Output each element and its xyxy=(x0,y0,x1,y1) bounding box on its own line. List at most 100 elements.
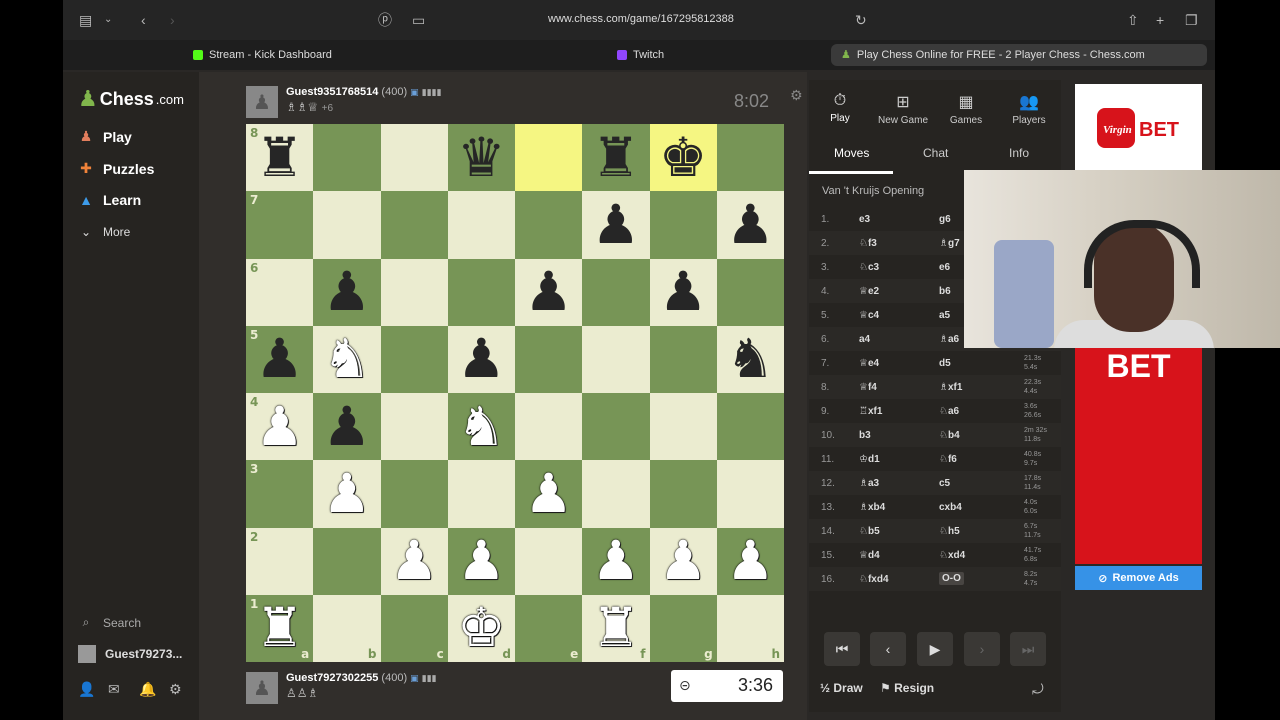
white-move[interactable]: ♘b5 xyxy=(859,526,880,537)
black-pawn-piece[interactable]: ♟ xyxy=(726,197,774,252)
square-f7[interactable]: ♟ xyxy=(582,191,650,259)
white-pawn-piece[interactable]: ♟ xyxy=(255,399,303,454)
tab-games[interactable]: ▦ Games xyxy=(935,92,997,126)
black-queen-piece[interactable]: ♛ xyxy=(457,130,505,185)
white-move[interactable]: ♘f3 xyxy=(859,238,877,249)
tab-players[interactable]: 👥 Players xyxy=(998,92,1060,126)
square-a8[interactable]: 8 ♜ xyxy=(246,124,314,192)
white-move[interactable]: ♗a3 xyxy=(859,478,879,489)
flip-board-icon[interactable]: ⤾ xyxy=(1032,680,1044,698)
square-g2[interactable]: ♟ xyxy=(649,527,717,595)
white-move[interactable]: ♔d1 xyxy=(859,454,880,465)
opponent-name[interactable]: Guest9351768514 xyxy=(286,86,378,98)
white-move[interactable]: ♕e4 xyxy=(859,358,879,369)
reader-icon[interactable]: ▭ xyxy=(412,11,425,29)
black-pawn-piece[interactable]: ♟ xyxy=(323,399,371,454)
sidebar-user[interactable]: Guest79273... xyxy=(78,645,182,663)
square-h2[interactable]: ♟ xyxy=(716,527,784,595)
square-h1[interactable]: h xyxy=(716,594,784,662)
black-move[interactable]: ♘h5 xyxy=(939,526,960,537)
player-avatar[interactable]: ♟ xyxy=(246,672,278,704)
white-move[interactable]: ♕d4 xyxy=(859,550,880,561)
black-move[interactable]: ♗g7 xyxy=(939,238,960,249)
chevron-down-icon[interactable]: ⌄ xyxy=(104,11,112,29)
white-pawn-piece[interactable]: ♟ xyxy=(592,534,640,588)
player-name[interactable]: Guest7927302255 xyxy=(286,672,378,684)
chess-logo[interactable]: ♟ Chess .com xyxy=(78,86,184,112)
prev-move-button[interactable]: ‹ xyxy=(870,632,906,666)
square-f5[interactable] xyxy=(582,325,650,393)
square-c1[interactable]: c xyxy=(380,594,448,662)
square-d1[interactable]: d ♚ xyxy=(447,594,515,662)
square-b1[interactable]: b xyxy=(313,594,381,662)
friends-icon[interactable]: 👤 xyxy=(78,680,95,698)
square-d8[interactable]: ♛ xyxy=(447,124,515,192)
sidebar-item-puzzles[interactable]: ✚ Puzzles xyxy=(78,160,154,177)
square-b8[interactable] xyxy=(313,124,381,192)
tab-kick[interactable]: Stream - Kick Dashboard xyxy=(193,44,332,66)
white-rook-piece[interactable]: ♜ xyxy=(592,601,640,655)
white-move[interactable]: ♖xf1 xyxy=(859,406,882,417)
black-move[interactable]: e6 xyxy=(939,262,950,273)
white-move[interactable]: ♕e2 xyxy=(859,286,879,297)
black-pawn-piece[interactable]: ♟ xyxy=(255,332,303,386)
white-move[interactable]: a4 xyxy=(859,334,870,345)
white-king-piece[interactable]: ♚ xyxy=(457,601,505,655)
forward-icon[interactable]: › xyxy=(170,11,175,29)
pinterest-icon[interactable]: ⓟ xyxy=(378,11,392,29)
square-h4[interactable] xyxy=(716,393,784,461)
black-rook-piece[interactable]: ♜ xyxy=(592,130,640,185)
sidebar-item-learn[interactable]: ▲ Learn xyxy=(78,192,141,208)
square-d7[interactable] xyxy=(447,191,515,259)
black-move[interactable]: cxb4 xyxy=(939,502,962,513)
square-f8[interactable]: ♜ xyxy=(582,124,650,192)
white-pawn-piece[interactable]: ♟ xyxy=(524,466,572,521)
black-rook-piece[interactable]: ♜ xyxy=(255,130,303,185)
tab-twitch[interactable]: Twitch xyxy=(617,44,664,66)
tab-new-game[interactable]: ⊞ New Game xyxy=(872,92,934,126)
black-move[interactable]: a5 xyxy=(939,310,950,321)
square-g3[interactable] xyxy=(649,460,717,528)
tab-play[interactable]: ⏱ Play xyxy=(809,92,871,124)
square-c7[interactable] xyxy=(380,191,448,259)
black-move[interactable]: d5 xyxy=(939,358,951,369)
black-move[interactable]: b6 xyxy=(939,286,951,297)
black-move[interactable]: ♘b4 xyxy=(939,430,960,441)
square-f6[interactable] xyxy=(582,258,650,326)
square-e1[interactable]: e xyxy=(515,594,583,662)
square-g7[interactable] xyxy=(649,191,717,259)
square-a4[interactable]: 4 ♟ xyxy=(246,393,314,461)
black-pawn-piece[interactable]: ♟ xyxy=(592,197,640,252)
opening-name[interactable]: Van 't Kruijs Opening xyxy=(822,185,924,197)
board-settings-gear-icon[interactable]: ⚙ xyxy=(790,87,803,104)
square-b3[interactable]: ♟ xyxy=(313,460,381,528)
mail-icon[interactable]: ✉ xyxy=(108,680,120,698)
sidebar-item-more[interactable]: ⌄ More xyxy=(78,225,130,239)
square-c3[interactable] xyxy=(380,460,448,528)
square-h7[interactable]: ♟ xyxy=(716,191,784,259)
square-a5[interactable]: 5 ♟ xyxy=(246,325,314,393)
white-rook-piece[interactable]: ♜ xyxy=(255,601,303,655)
last-move-button[interactable]: ⏭ xyxy=(1010,632,1046,666)
square-d2[interactable]: ♟ xyxy=(447,527,515,595)
subtab-chat[interactable]: Chat xyxy=(923,146,948,160)
next-move-button[interactable]: › xyxy=(964,632,1000,666)
square-d3[interactable] xyxy=(447,460,515,528)
bell-icon[interactable]: 🔔 xyxy=(139,680,156,698)
square-c5[interactable] xyxy=(380,325,448,393)
share-icon[interactable]: ⇧ xyxy=(1127,11,1139,29)
reload-icon[interactable]: ↻ xyxy=(855,11,867,29)
square-b4[interactable]: ♟ xyxy=(313,393,381,461)
square-d6[interactable] xyxy=(447,258,515,326)
white-pawn-piece[interactable]: ♟ xyxy=(726,534,774,588)
white-pawn-piece[interactable]: ♟ xyxy=(390,534,438,588)
square-f1[interactable]: f ♜ xyxy=(582,594,650,662)
black-king-piece[interactable]: ♚ xyxy=(659,130,707,185)
square-e4[interactable] xyxy=(515,393,583,461)
square-c6[interactable] xyxy=(380,258,448,326)
square-b6[interactable]: ♟ xyxy=(313,258,381,326)
square-b5[interactable]: ♞ xyxy=(313,325,381,393)
square-e2[interactable] xyxy=(515,527,583,595)
square-e7[interactable] xyxy=(515,191,583,259)
white-move[interactable]: b3 xyxy=(859,430,871,441)
